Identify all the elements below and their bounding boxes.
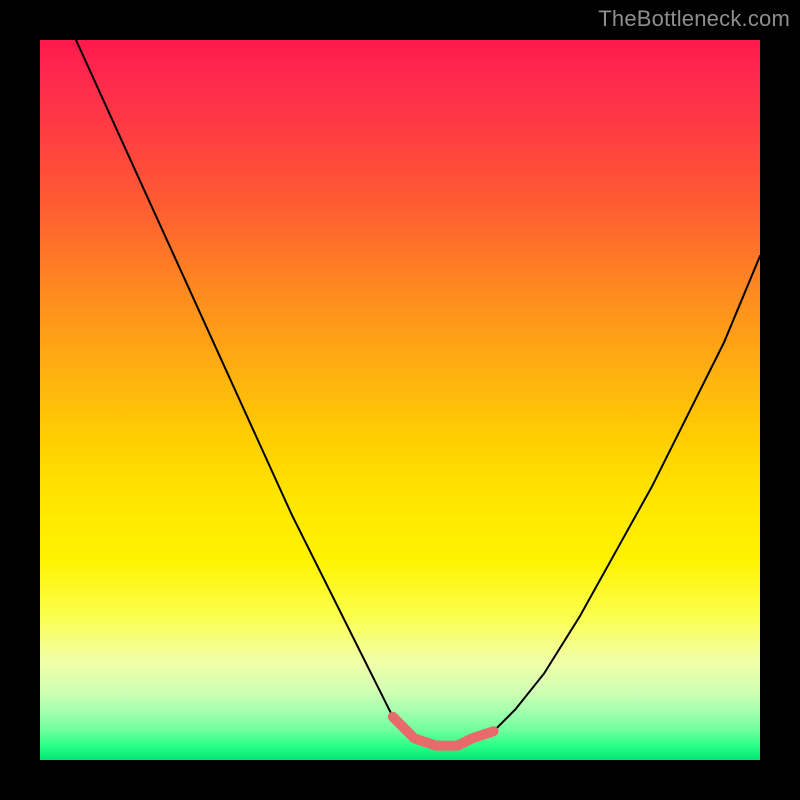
watermark-text: TheBottleneck.com (598, 6, 790, 32)
chart-svg (40, 40, 760, 760)
valley-highlight (393, 717, 494, 746)
plot-area (40, 40, 760, 760)
bottleneck-curve (76, 40, 760, 746)
chart-frame: TheBottleneck.com (0, 0, 800, 800)
